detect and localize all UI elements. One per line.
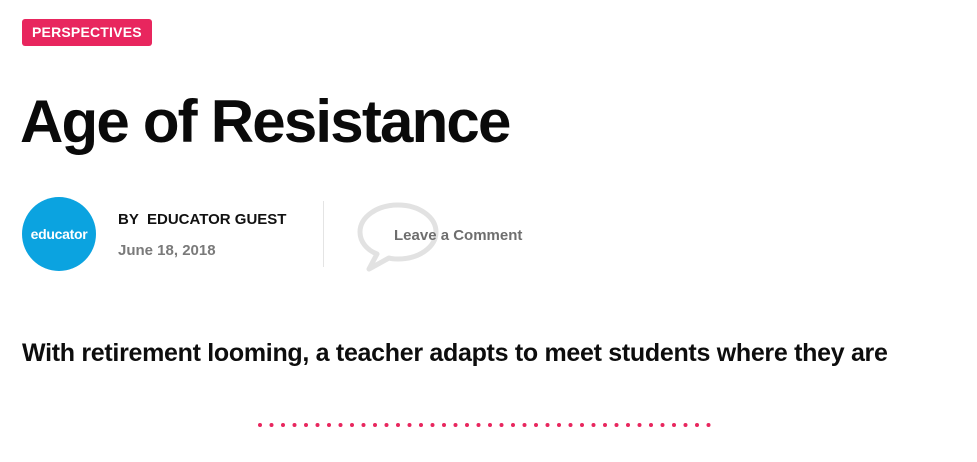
divider-dot [660, 423, 665, 427]
divider-dot [637, 423, 642, 427]
article-title: Age of Resistance [20, 88, 511, 155]
divider-dot [476, 423, 481, 427]
divider-dot [384, 423, 389, 427]
divider-dot [465, 423, 469, 427]
divider-dot [499, 423, 504, 427]
divider-dot [545, 423, 550, 427]
divider-dot [350, 423, 354, 427]
divider-dot [281, 423, 285, 427]
divider-dot [706, 423, 711, 427]
byline-prefix: BY [118, 211, 139, 228]
divider-dot [430, 423, 435, 427]
article-header: PERSPECTIVES Age of Resistance educator … [0, 0, 977, 462]
divider-dot [626, 423, 630, 427]
divider-dot [614, 423, 619, 427]
divider-dot [292, 423, 297, 427]
divider-dot [338, 423, 343, 427]
divider-dot [361, 423, 366, 427]
author-avatar[interactable]: educator [22, 197, 96, 271]
meta-divider [323, 201, 324, 267]
divider-dot [304, 423, 308, 427]
author-link[interactable]: EDUCATOR GUEST [147, 211, 286, 228]
divider-dot [591, 423, 596, 427]
dotted-divider [258, 423, 711, 427]
divider-dot [557, 423, 561, 427]
divider-dot [603, 423, 607, 427]
divider-dot [396, 423, 400, 427]
divider-dot [695, 423, 699, 427]
byline: BY EDUCATOR GUEST [118, 211, 286, 228]
divider-dot [511, 423, 515, 427]
divider-dot [580, 423, 584, 427]
leave-comment-link[interactable]: Leave a Comment [356, 201, 546, 275]
divider-dot [315, 423, 320, 427]
divider-dot [373, 423, 377, 427]
divider-dot [568, 423, 573, 427]
category-badge[interactable]: PERSPECTIVES [22, 19, 152, 46]
divider-dot [407, 423, 412, 427]
divider-dot [453, 423, 458, 427]
divider-dot [327, 423, 331, 427]
divider-dot [488, 423, 492, 427]
divider-dot [442, 423, 446, 427]
divider-dot [534, 423, 538, 427]
article-subtitle: With retirement looming, a teacher adapt… [22, 339, 888, 367]
avatar-logo-text: educator [30, 226, 88, 242]
divider-dot [683, 423, 688, 427]
article-meta: educator BY EDUCATOR GUEST June 18, 2018… [22, 197, 622, 272]
divider-dot [522, 423, 527, 427]
divider-dot [419, 423, 423, 427]
divider-dot [672, 423, 676, 427]
divider-dot [258, 423, 262, 427]
divider-dot [649, 423, 653, 427]
publish-date: June 18, 2018 [118, 242, 216, 259]
divider-dot [269, 423, 274, 427]
leave-comment-label: Leave a Comment [394, 227, 523, 244]
